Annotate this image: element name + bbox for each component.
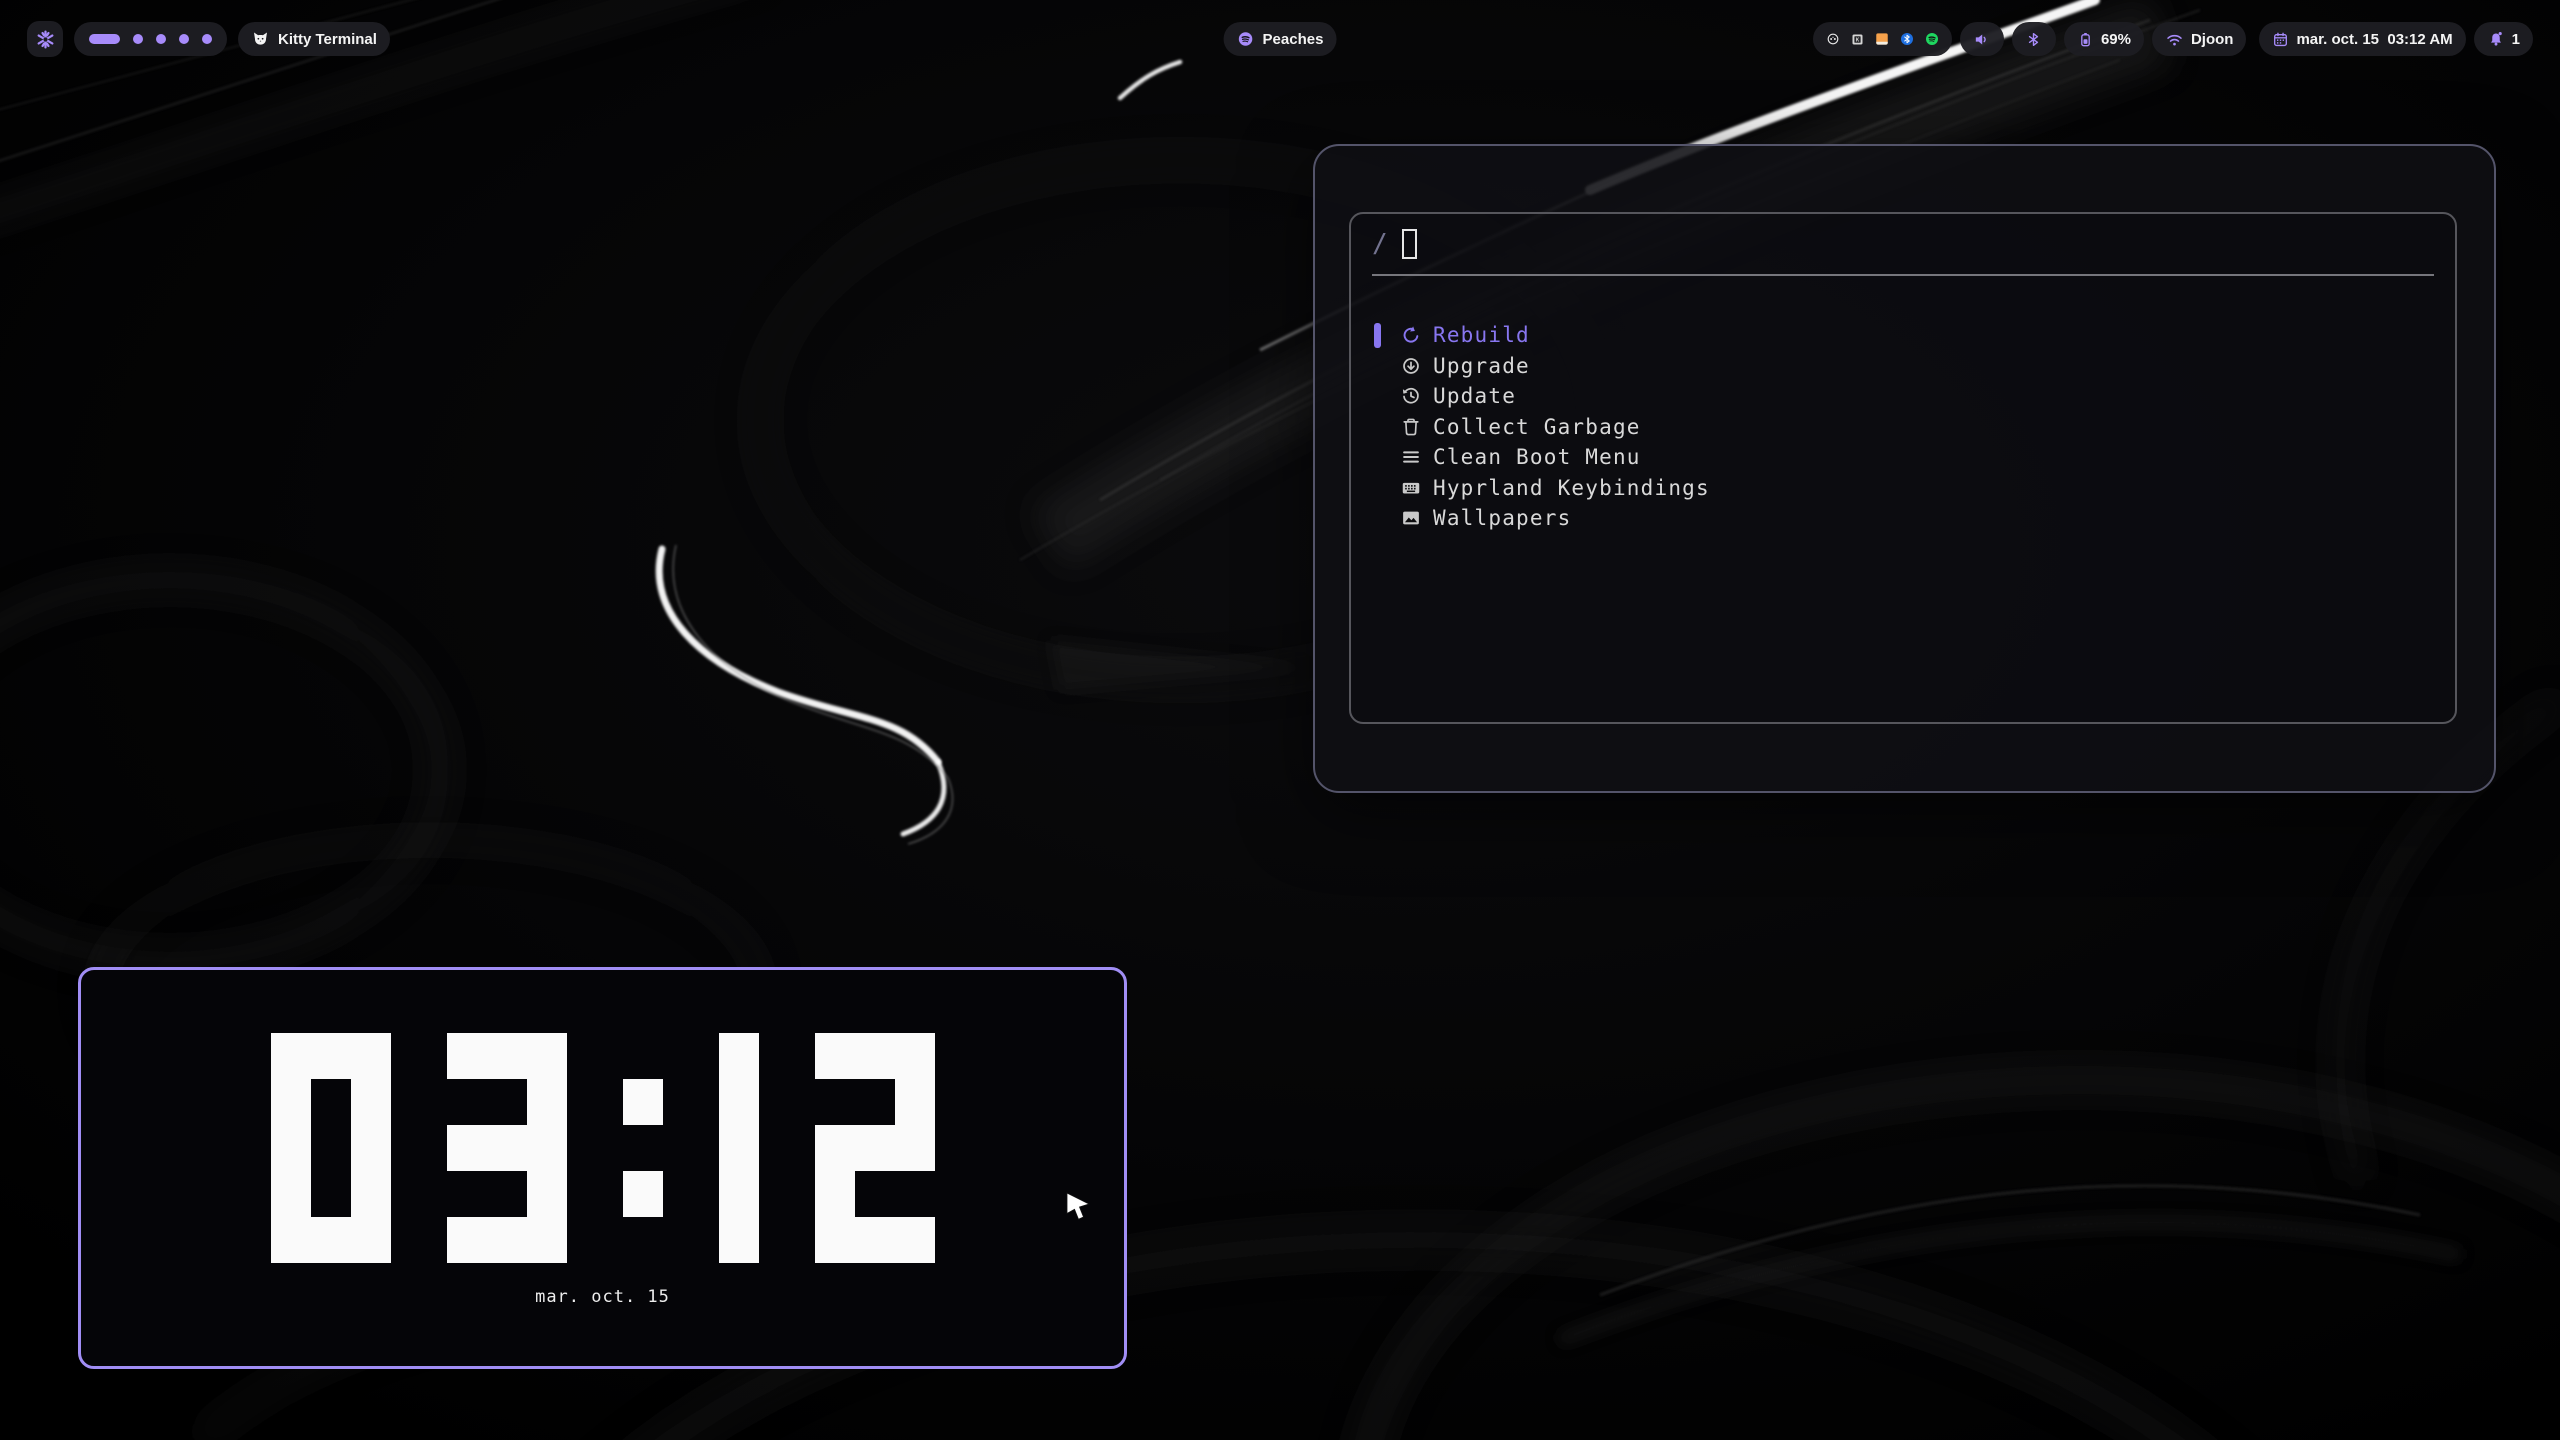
selection-indicator <box>1374 323 1381 348</box>
battery-icon <box>2077 31 2094 48</box>
launcher-item-label: Clean Boot Menu <box>1433 445 1641 469</box>
network-pill[interactable]: Djoon <box>2152 22 2247 56</box>
launcher-item-wallpapers[interactable]: Wallpapers <box>1351 503 2455 534</box>
key-icon[interactable]: K <box>1850 32 1865 47</box>
network-ssid: Djoon <box>2191 31 2234 48</box>
bar-right-group: K 69% <box>1813 22 2533 56</box>
notifications-pill[interactable]: 1 <box>2474 22 2533 56</box>
workspaces-indicator <box>74 22 227 56</box>
speaker-icon <box>1973 31 1990 48</box>
workspace-dot[interactable] <box>133 34 143 44</box>
clock-digit <box>271 1033 391 1263</box>
bar-left-group: Kitty Terminal <box>27 21 390 57</box>
clock-time-display <box>81 1033 1124 1263</box>
status-bar: Kitty Terminal Peaches K <box>0 21 2560 57</box>
launcher-item-rebuild[interactable]: Rebuild <box>1351 320 2455 351</box>
notification-count: 1 <box>2512 31 2520 48</box>
launcher-box: / Rebuild Upgrade Update Collect Garbage… <box>1349 212 2457 724</box>
trash-icon <box>1400 416 1422 438</box>
clock-colon <box>623 1033 663 1263</box>
clock-digit <box>447 1033 567 1263</box>
bell-icon <box>2487 30 2505 48</box>
launcher-item-hyprland-keybindings[interactable]: Hyprland Keybindings <box>1351 473 2455 504</box>
prompt-symbol: / <box>1372 229 1388 259</box>
clock-widget: mar. oct. 15 <box>78 967 1127 1369</box>
bluetooth-pill[interactable] <box>2012 22 2056 56</box>
launcher-item-label: Rebuild <box>1433 323 1530 347</box>
clock-digit <box>815 1033 935 1263</box>
spotify-icon[interactable] <box>1924 31 1940 47</box>
workspace-dot[interactable] <box>179 34 189 44</box>
update-icon <box>1400 385 1422 407</box>
recorder-icon[interactable] <box>1825 31 1841 47</box>
media-player-pill[interactable]: Peaches <box>1224 22 1337 56</box>
launcher-prompt-row[interactable]: / <box>1351 214 2455 274</box>
nix-snowflake-icon <box>35 29 56 50</box>
launcher-item-label: Update <box>1433 384 1516 408</box>
calendar-icon <box>2272 31 2289 48</box>
launcher-item-upgrade[interactable]: Upgrade <box>1351 351 2455 382</box>
music-icon <box>1237 30 1255 48</box>
clock-digit <box>719 1033 759 1263</box>
launcher-item-list: Rebuild Upgrade Update Collect Garbage C… <box>1351 320 2455 534</box>
bluetooth-tray-icon[interactable] <box>1899 31 1915 47</box>
battery-percent: 69% <box>2101 31 2131 48</box>
launcher-item-label: Collect Garbage <box>1433 415 1641 439</box>
workspace-dot[interactable] <box>202 34 212 44</box>
launcher-item-label: Hyprland Keybindings <box>1433 476 1710 500</box>
active-window-title: Kitty Terminal <box>278 31 377 48</box>
text-cursor <box>1402 229 1417 259</box>
volume-pill[interactable] <box>1960 22 2004 56</box>
workspace-active-indicator[interactable] <box>89 34 120 44</box>
media-track-label: Peaches <box>1263 31 1324 48</box>
datetime-pill[interactable]: mar. oct. 15 03:12 AM <box>2259 22 2465 56</box>
image-icon <box>1400 507 1422 529</box>
nix-launcher-panel: / Rebuild Upgrade Update Collect Garbage… <box>1313 144 2496 793</box>
launcher-item-collect-garbage[interactable]: Collect Garbage <box>1351 412 2455 443</box>
clock-date-label: mar. oct. 15 <box>81 1287 1124 1307</box>
rebuild-icon <box>1400 324 1422 346</box>
nix-menu-button[interactable] <box>27 21 63 57</box>
prompt-divider <box>1372 274 2434 276</box>
cat-icon <box>251 30 270 49</box>
system-tray: K <box>1813 22 1952 56</box>
launcher-item-clean-boot-menu[interactable]: Clean Boot Menu <box>1351 442 2455 473</box>
launcher-item-update[interactable]: Update <box>1351 381 2455 412</box>
downloads-icon[interactable] <box>1874 31 1890 47</box>
datetime-label: mar. oct. 15 03:12 AM <box>2296 31 2452 48</box>
launcher-item-label: Wallpapers <box>1433 506 1571 530</box>
battery-pill[interactable]: 69% <box>2064 22 2144 56</box>
launcher-item-label: Upgrade <box>1433 354 1530 378</box>
bluetooth-icon <box>2025 31 2042 48</box>
active-window-pill[interactable]: Kitty Terminal <box>238 22 390 56</box>
wifi-icon <box>2165 30 2184 49</box>
keyboard-icon <box>1400 477 1422 499</box>
menu-lines-icon <box>1400 446 1422 468</box>
workspace-dot[interactable] <box>156 34 166 44</box>
mouse-cursor <box>1066 1192 1092 1227</box>
upgrade-icon <box>1400 355 1422 377</box>
